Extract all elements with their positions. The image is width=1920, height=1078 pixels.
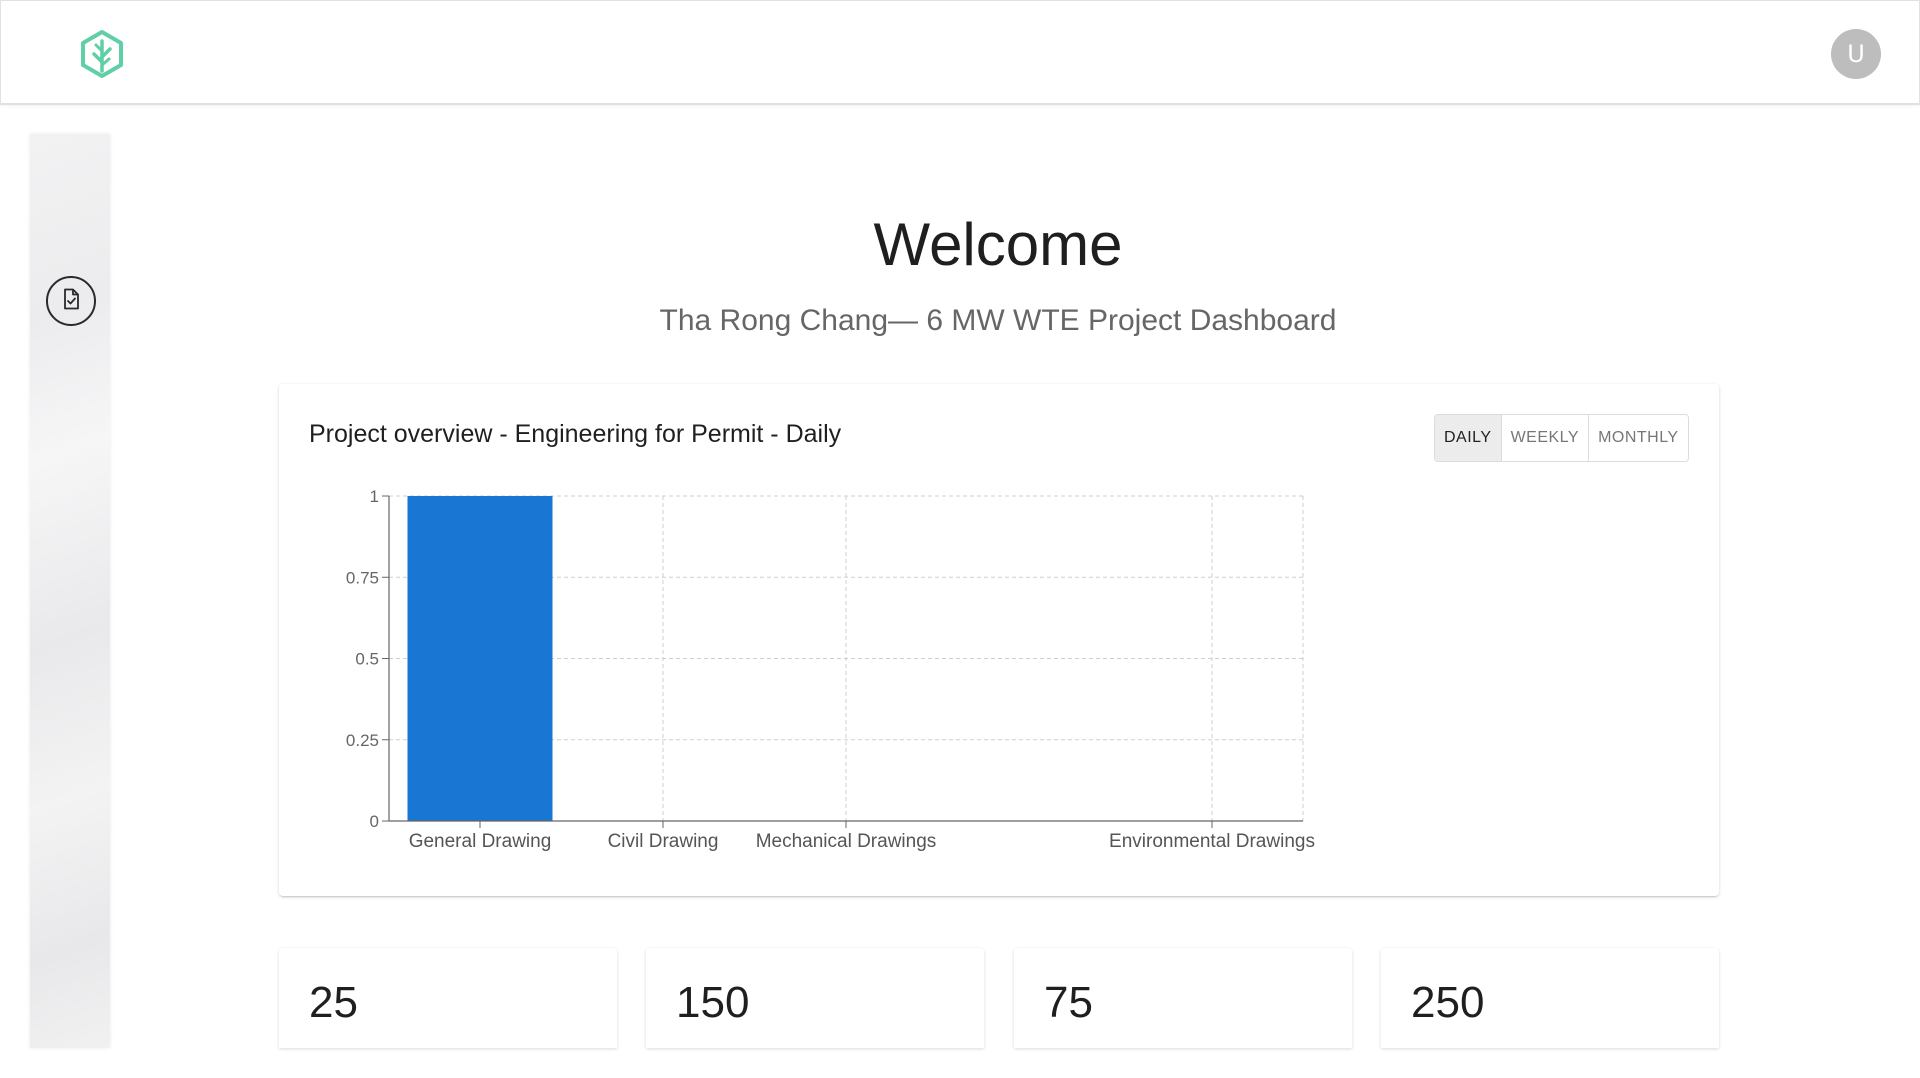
bar-chart: 0 0.25 0.5 0.75 1 General Drawing Civil Drawin… bbox=[346, 487, 1315, 852]
x-tick-label: Mechanical Drawings bbox=[756, 831, 937, 852]
y-tick-label: 0 bbox=[370, 812, 379, 831]
user-avatar[interactable]: U bbox=[1831, 29, 1881, 79]
stat-value: 150 bbox=[676, 978, 750, 1027]
stat-value: 250 bbox=[1411, 978, 1485, 1027]
page-subtitle: Tha Rong Chang— 6 MW WTE Project Dashboa… bbox=[659, 304, 1337, 337]
y-tick-label: 1 bbox=[370, 487, 379, 506]
page-title: Welcome bbox=[873, 211, 1123, 278]
stat-card: 150 bbox=[646, 948, 984, 1048]
stat-card: 75 bbox=[1014, 948, 1352, 1048]
stat-card: 25 bbox=[279, 948, 617, 1048]
bar bbox=[407, 496, 553, 821]
y-tick-label: 0.25 bbox=[346, 731, 379, 750]
stat-value: 75 bbox=[1044, 978, 1093, 1027]
stat-card: 250 bbox=[1381, 948, 1719, 1048]
project-overview-card: Project overview - Engineering for Permi… bbox=[279, 384, 1719, 896]
x-tick-label: Environmental Drawings bbox=[1109, 831, 1315, 852]
leaf-hexagon-icon[interactable] bbox=[77, 29, 127, 79]
x-tick-label: General Drawing bbox=[409, 831, 552, 852]
stat-value: 25 bbox=[309, 978, 358, 1027]
y-tick-label: 0.75 bbox=[346, 568, 379, 587]
top-app-bar: U bbox=[0, 0, 1920, 105]
x-tick-label: Civil Drawing bbox=[608, 831, 719, 852]
y-tick-label: 0.5 bbox=[355, 650, 379, 669]
